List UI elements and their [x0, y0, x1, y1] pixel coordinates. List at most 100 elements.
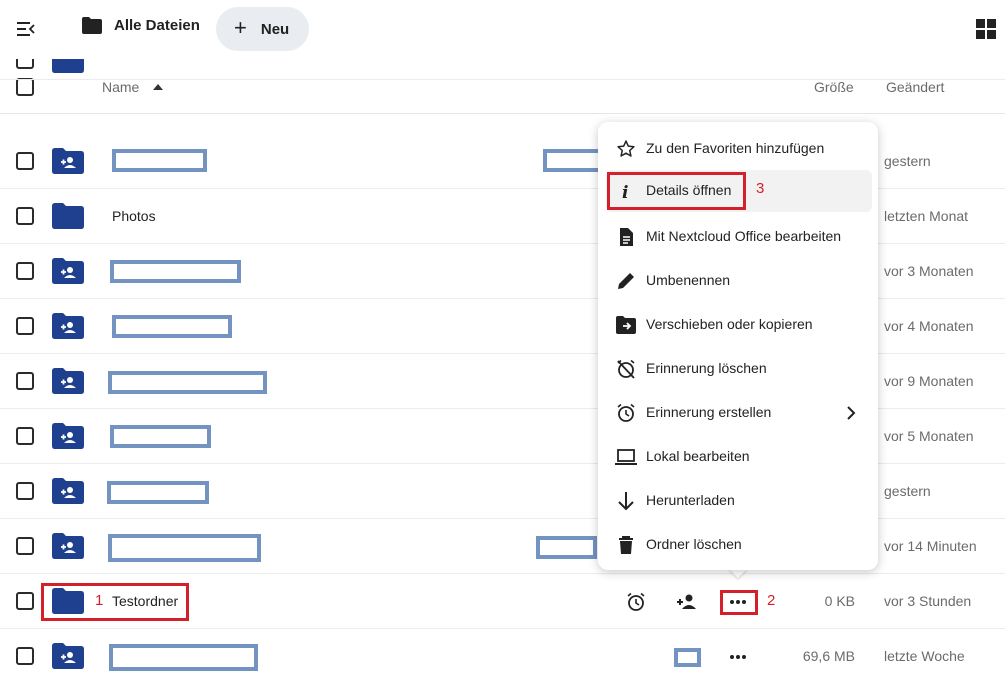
menu-item-rename[interactable]: Umbenennen — [606, 260, 872, 302]
select-all-checkbox[interactable] — [16, 78, 34, 96]
annotation-marker-1: 1 — [95, 592, 104, 609]
menu-item-label: Erinnerung erstellen — [646, 404, 772, 420]
row-checkbox[interactable] — [16, 427, 34, 445]
document-icon — [614, 225, 638, 249]
menu-item-edit-office[interactable]: Mit Nextcloud Office bearbeiten — [606, 216, 872, 258]
share-icon[interactable] — [675, 590, 699, 614]
redacted-name — [112, 149, 207, 172]
sort-by-name[interactable]: Name — [102, 79, 164, 95]
row-checkbox[interactable] — [16, 59, 34, 69]
row-modified: vor 5 Monaten — [884, 428, 974, 444]
new-button-label: Neu — [260, 20, 290, 38]
row-checkbox[interactable] — [16, 537, 34, 555]
context-menu: Zu den Favoriten hinzufügen i Details öf… — [598, 122, 878, 570]
menu-item-label: Zu den Favoriten hinzufügen — [646, 140, 825, 156]
menu-item-delete-folder[interactable]: Ordner löschen — [606, 524, 872, 566]
grid-view-icon[interactable] — [976, 19, 996, 39]
pencil-icon — [614, 269, 638, 293]
new-button[interactable]: + Neu — [216, 7, 309, 51]
folder-icon — [52, 203, 84, 229]
menu-item-label: Mit Nextcloud Office bearbeiten — [646, 228, 842, 244]
shared-folder-icon — [52, 423, 84, 449]
folder-move-icon — [614, 313, 638, 337]
shared-folder-icon — [52, 148, 84, 174]
row-size: 0 KB — [824, 593, 855, 609]
shared-folder-icon — [52, 478, 84, 504]
redacted-share-info — [674, 648, 701, 667]
row-checkbox[interactable] — [16, 482, 34, 500]
menu-item-label: Verschieben oder kopieren — [646, 316, 813, 332]
alarm-icon — [614, 401, 638, 425]
top-bar: Alle Dateien + Neu — [0, 0, 1005, 60]
menu-item-label: Herunterladen — [646, 492, 735, 508]
name-column-header: Name — [102, 79, 140, 95]
row-name[interactable]: Photos — [112, 208, 156, 224]
row-modified: gestern — [884, 153, 931, 169]
laptop-icon — [614, 445, 638, 469]
redacted-name — [109, 644, 258, 671]
menu-item-label: Lokal bearbeiten — [646, 448, 750, 464]
star-outline-icon — [614, 137, 638, 161]
folder-icon — [52, 59, 84, 73]
row-modified: letzten Monat — [884, 208, 969, 224]
redacted-share-info — [536, 536, 597, 559]
row-modified: vor 9 Monaten — [884, 373, 974, 389]
menu-item-move-copy[interactable]: Verschieben oder kopieren — [606, 304, 872, 346]
annotation-highlight-actions — [720, 590, 758, 615]
size-column-header[interactable]: Größe — [814, 79, 854, 95]
row-size: 69,6 MB — [802, 648, 855, 664]
row-modified: gestern — [884, 483, 931, 499]
annotation-highlight-name — [41, 583, 189, 621]
row-modified: vor 3 Stunden — [884, 593, 972, 609]
trash-icon — [614, 533, 638, 557]
shared-folder-icon — [52, 313, 84, 339]
menu-item-label: Erinnerung löschen — [646, 360, 767, 376]
annotation-marker-2: 2 — [767, 592, 776, 609]
redacted-share-info — [543, 149, 604, 172]
alarm-off-icon — [614, 357, 638, 381]
alarm-icon[interactable] — [624, 590, 648, 614]
row-modified: vor 4 Monaten — [884, 318, 974, 334]
menu-item-label: Ordner löschen — [646, 536, 742, 552]
table-row-partial — [0, 59, 1005, 80]
redacted-name — [110, 425, 211, 448]
menu-item-create-reminder[interactable]: Erinnerung erstellen — [606, 392, 872, 434]
download-arrow-icon — [614, 489, 638, 513]
menu-item-label: Umbenennen — [646, 272, 731, 288]
more-actions-button[interactable] — [726, 645, 750, 669]
breadcrumb[interactable]: Alle Dateien — [82, 17, 200, 34]
row-checkbox[interactable] — [16, 207, 34, 225]
redacted-name — [110, 260, 241, 283]
sort-ascending-icon — [153, 84, 164, 90]
menu-item-download[interactable]: Herunterladen — [606, 480, 872, 522]
row-checkbox[interactable] — [16, 152, 34, 170]
redacted-name — [108, 534, 261, 562]
table-row[interactable]: 69,6 MB letzte Woche — [0, 629, 1005, 683]
menu-item-edit-locally[interactable]: Lokal bearbeiten — [606, 436, 872, 478]
breadcrumb-root-label: Alle Dateien — [114, 17, 200, 34]
shared-folder-icon — [52, 368, 84, 394]
annotation-highlight-details — [607, 172, 746, 210]
navigation-toggle-icon[interactable] — [14, 17, 38, 41]
row-modified: vor 3 Monaten — [884, 263, 974, 279]
shared-folder-icon — [52, 643, 84, 669]
folder-icon — [82, 17, 102, 34]
annotation-marker-3: 3 — [756, 180, 765, 197]
table-row[interactable]: Testordner 1 2 0 KB vor 3 Stunden — [0, 574, 1005, 629]
row-checkbox[interactable] — [16, 647, 34, 665]
row-modified: letzte Woche — [884, 648, 965, 664]
row-checkbox[interactable] — [16, 262, 34, 280]
redacted-name — [107, 481, 209, 504]
row-checkbox[interactable] — [16, 372, 34, 390]
row-modified: vor 14 Minuten — [884, 538, 977, 554]
menu-item-add-favorite[interactable]: Zu den Favoriten hinzufügen — [606, 128, 872, 170]
redacted-name — [108, 371, 267, 394]
shared-folder-icon — [52, 258, 84, 284]
modified-column-header[interactable]: Geändert — [886, 79, 944, 95]
chevron-right-icon — [846, 406, 856, 420]
shared-folder-icon — [52, 533, 84, 559]
plus-icon: + — [234, 15, 247, 40]
row-checkbox[interactable] — [16, 592, 34, 610]
menu-item-delete-reminder[interactable]: Erinnerung löschen — [606, 348, 872, 390]
row-checkbox[interactable] — [16, 317, 34, 335]
